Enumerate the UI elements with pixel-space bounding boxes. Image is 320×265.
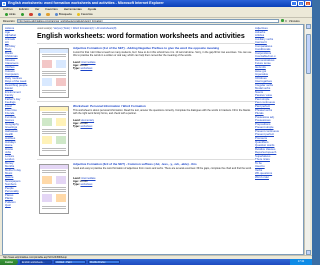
system-clock: 17:42	[290, 259, 312, 265]
home-icon	[46, 12, 50, 17]
worksheet-details: Adjective Formation (1st of the SET) - A…	[73, 46, 253, 71]
worksheet-type: Type: worksheet	[73, 183, 93, 187]
thumbnail-header	[40, 165, 68, 169]
title-bar[interactable]: English worksheets: word formation works…	[0, 0, 312, 7]
start-button[interactable]: Inicio	[0, 259, 18, 265]
stop-button[interactable]	[28, 12, 35, 17]
right-nav-link[interactable]: Word order	[255, 176, 301, 180]
worksheet-list: Adjective Formation (1st of the SET) - A…	[37, 43, 255, 217]
page-viewport: Actions Age Alphabet Animals Art Birthday Body…	[2, 24, 304, 255]
forward-button[interactable]	[19, 12, 26, 17]
right-grammar-nav: Adjectives Adverbs Articles Auxiliary verbs…	[255, 27, 301, 180]
worksheet-thumbnail[interactable]	[39, 164, 69, 214]
worksheet-title-link[interactable]: Adjective Formation (3rd of the SET) - C…	[73, 162, 253, 166]
vertical-scrollbar[interactable]	[304, 24, 311, 255]
worksheet-title-link[interactable]: Worksheet: Personal Information / Word F…	[73, 104, 253, 108]
taskbar: Inicio English worksheets... Untitled - …	[0, 259, 312, 265]
search-icon	[54, 12, 59, 17]
search-button[interactable]: Búsqueda	[53, 12, 73, 17]
taskbar-item[interactable]: Untitled - Paint	[54, 259, 86, 265]
search-label: Búsqueda	[59, 12, 72, 17]
window-controls: _ □ ×	[291, 1, 311, 6]
worksheet-description: A word for that I don't like to teach so…	[73, 50, 252, 57]
refresh-icon	[37, 12, 42, 17]
go-arrow-icon	[280, 18, 285, 23]
home-button[interactable]	[45, 12, 52, 17]
ie-icon	[2, 1, 6, 6]
forward-arrow-icon	[20, 12, 25, 17]
scroll-up-button[interactable]	[305, 24, 311, 29]
thumbnail-header	[40, 49, 68, 53]
worksheet-details: Adjective Formation (3rd of the SET) - C…	[73, 162, 253, 187]
worksheet-item: Worksheet: Personal Information / Word F…	[37, 101, 255, 159]
window-title: English worksheets: word formation works…	[8, 1, 164, 5]
type-link[interactable]: worksheet	[80, 183, 92, 186]
worksheet-thumbnail[interactable]	[39, 48, 69, 98]
browser-window: English worksheets: word formation works…	[0, 0, 312, 265]
star-icon	[76, 12, 81, 17]
links-button[interactable]: Vínculos	[289, 19, 300, 23]
page-title: English worksheets: word formation works…	[37, 33, 245, 40]
breadcrumb-prefix: usted está(s):	[37, 27, 53, 30]
address-bar: Dirección http://www.eslprintables.com/g…	[0, 18, 312, 23]
main-content: usted está(s): Ver(es) (Todo) > Word for…	[37, 27, 255, 217]
scroll-thumb[interactable]	[305, 34, 311, 74]
worksheet-type: Type: worksheet	[73, 67, 93, 71]
left-topic-nav: Actions Age Alphabet Animals Art Birthday Body…	[5, 27, 33, 208]
favorites-button[interactable]: Favoritos	[75, 12, 94, 17]
worksheet-description: This worksheet is about personal informa…	[73, 108, 251, 115]
favorites-label: Favoritos	[81, 12, 93, 17]
worksheet-type: Type: worksheet	[73, 125, 93, 129]
go-label: Ir	[285, 18, 287, 23]
maximize-button[interactable]: □	[298, 1, 304, 6]
address-input[interactable]: http://www.eslprintables.com/grammar_wor…	[16, 18, 279, 23]
left-nav-link[interactable]: Quiz	[5, 204, 33, 208]
worksheet-description: Good and easy to practise the word forma…	[73, 166, 252, 170]
back-button[interactable]: Atrás	[3, 12, 17, 17]
minimize-button[interactable]: _	[291, 1, 297, 6]
taskbar-item[interactable]: Mozilla Firefox	[88, 259, 120, 265]
back-label: Atrás	[9, 12, 16, 17]
back-arrow-icon	[4, 12, 8, 17]
address-label: Dirección	[3, 18, 15, 23]
worksheet-title-link[interactable]: Adjective Formation (1st of the SET) - A…	[73, 46, 253, 50]
taskbar-item[interactable]: English worksheets...	[20, 259, 52, 265]
refresh-button[interactable]	[36, 12, 43, 17]
type-link[interactable]: worksheet	[80, 125, 92, 128]
worksheet-thumbnail[interactable]	[39, 106, 69, 156]
close-button[interactable]: ×	[305, 1, 311, 6]
go-button[interactable]: Ir	[280, 18, 287, 23]
breadcrumb: usted está(s): Ver(es) (Todo) > Word for…	[37, 27, 255, 31]
breadcrumb-path[interactable]: Ver(es) (Todo) > Word formation(2) > All…	[53, 27, 116, 30]
worksheet-details: Worksheet: Personal Information / Word F…	[73, 104, 253, 129]
worksheet-item: Adjective Formation (1st of the SET) - A…	[37, 43, 255, 101]
worksheet-item: Adjective Formation (3rd of the SET) - C…	[37, 159, 255, 217]
stop-icon	[29, 12, 33, 17]
type-link[interactable]: worksheet	[80, 67, 92, 70]
thumbnail-header	[40, 107, 68, 111]
